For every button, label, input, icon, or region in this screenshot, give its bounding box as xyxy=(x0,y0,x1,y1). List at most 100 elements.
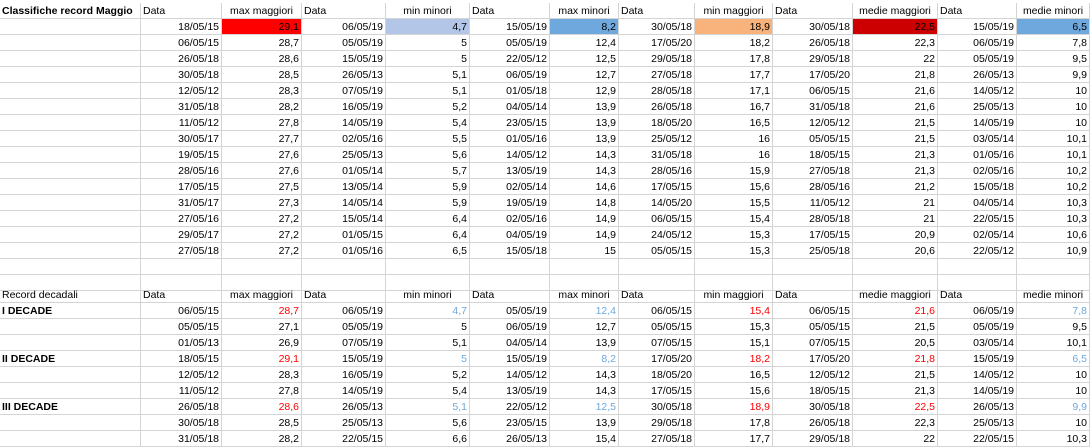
cell[interactable]: 20,9 xyxy=(853,227,938,243)
column-header[interactable]: Data xyxy=(619,287,695,303)
column-header[interactable]: Data xyxy=(302,3,386,19)
record-cell[interactable]: 5 xyxy=(386,351,470,367)
cell[interactable]: 21,8 xyxy=(853,67,938,83)
cell[interactable]: 13,9 xyxy=(550,335,619,351)
cell[interactable]: 05/05/19 xyxy=(470,303,550,319)
cell[interactable]: 10,1 xyxy=(1017,147,1090,163)
cell[interactable]: 5,2 xyxy=(386,367,470,383)
record-cell[interactable]: 12,4 xyxy=(550,303,619,319)
cell[interactable]: 10,1 xyxy=(1017,131,1090,147)
cell[interactable]: 01/05/14 xyxy=(302,163,386,179)
cell[interactable]: 06/05/15 xyxy=(773,83,853,99)
record-cell[interactable]: 5,1 xyxy=(386,399,470,415)
record-cell[interactable]: 28,6 xyxy=(222,399,302,415)
cell[interactable]: 21,2 xyxy=(853,179,938,195)
cell[interactable] xyxy=(470,259,550,275)
cell[interactable]: 22/05/12 xyxy=(938,243,1017,259)
cell[interactable]: 12/05/12 xyxy=(141,83,222,99)
cell[interactable]: 5,5 xyxy=(386,131,470,147)
cell[interactable]: 10,2 xyxy=(1017,179,1090,195)
cell[interactable]: 10,3 xyxy=(1017,195,1090,211)
cell[interactable]: 24/05/12 xyxy=(619,227,695,243)
cell[interactable]: 10,2 xyxy=(1017,163,1090,179)
cell[interactable]: 18/05/15 xyxy=(773,383,853,399)
cell[interactable]: 5 xyxy=(386,35,470,51)
cell[interactable]: 5,2 xyxy=(386,99,470,115)
section-title[interactable]: Classifiche record Maggio xyxy=(0,3,141,19)
cell[interactable] xyxy=(938,259,1017,275)
cell[interactable]: 17,7 xyxy=(695,431,773,447)
column-header[interactable]: Data xyxy=(141,287,222,303)
decade-label[interactable]: I DECADE xyxy=(0,303,141,319)
cell[interactable]: 15,4 xyxy=(550,431,619,447)
cell[interactable] xyxy=(0,179,141,195)
cell[interactable]: 15/05/19 xyxy=(470,19,550,35)
cell[interactable]: 15/05/19 xyxy=(302,351,386,367)
cell[interactable]: 27,2 xyxy=(222,243,302,259)
cell[interactable]: 18/05/15 xyxy=(141,19,222,35)
column-header[interactable]: Data xyxy=(773,3,853,19)
cell[interactable]: 15/05/19 xyxy=(470,351,550,367)
cell[interactable]: 15 xyxy=(550,243,619,259)
cell[interactable]: 22 xyxy=(853,51,938,67)
cell[interactable]: 14/05/12 xyxy=(938,367,1017,383)
cell[interactable]: 21,6 xyxy=(853,99,938,115)
cell[interactable] xyxy=(0,431,141,447)
cell[interactable]: 15/05/19 xyxy=(938,351,1017,367)
cell[interactable]: 05/05/15 xyxy=(141,319,222,335)
cell[interactable]: 25/05/13 xyxy=(302,147,386,163)
cell[interactable] xyxy=(0,195,141,211)
cell[interactable]: 27,2 xyxy=(222,211,302,227)
cell[interactable] xyxy=(853,259,938,275)
cell[interactable]: 23/05/15 xyxy=(470,115,550,131)
record-cell[interactable]: 22,5 xyxy=(853,19,938,35)
cell[interactable]: 17/05/15 xyxy=(141,179,222,195)
cell[interactable]: 06/05/19 xyxy=(302,19,386,35)
cell[interactable]: 06/05/15 xyxy=(619,303,695,319)
cell[interactable]: 5,4 xyxy=(386,383,470,399)
cell[interactable]: 11/05/12 xyxy=(773,195,853,211)
cell[interactable]: 25/05/13 xyxy=(938,99,1017,115)
cell[interactable]: 17,1 xyxy=(695,83,773,99)
cell[interactable]: 28,3 xyxy=(222,83,302,99)
cell[interactable]: 19/05/19 xyxy=(470,195,550,211)
cell[interactable]: 26/05/18 xyxy=(773,415,853,431)
cell[interactable]: 12,7 xyxy=(550,67,619,83)
cell[interactable]: 22/05/15 xyxy=(938,431,1017,447)
cell[interactable]: 15/05/19 xyxy=(302,51,386,67)
cell[interactable]: 15,9 xyxy=(695,163,773,179)
cell[interactable]: 12,9 xyxy=(550,83,619,99)
cell[interactable]: 27,6 xyxy=(222,163,302,179)
cell[interactable]: 7,8 xyxy=(1017,35,1090,51)
cell[interactable] xyxy=(619,259,695,275)
cell[interactable]: 06/05/19 xyxy=(470,67,550,83)
column-header[interactable]: max minori xyxy=(550,3,619,19)
record-cell[interactable]: 18,2 xyxy=(695,351,773,367)
column-header[interactable]: Data xyxy=(938,3,1017,19)
cell[interactable]: 25/05/13 xyxy=(938,415,1017,431)
cell[interactable]: 5,1 xyxy=(386,335,470,351)
cell[interactable]: 21 xyxy=(853,211,938,227)
cell[interactable]: 03/05/14 xyxy=(938,131,1017,147)
cell[interactable]: 9,5 xyxy=(1017,319,1090,335)
cell[interactable]: 27,6 xyxy=(222,147,302,163)
cell[interactable]: 06/05/15 xyxy=(619,211,695,227)
cell[interactable]: 28,2 xyxy=(222,431,302,447)
cell[interactable]: 5,4 xyxy=(386,115,470,131)
cell[interactable]: 26/05/13 xyxy=(938,399,1017,415)
cell[interactable]: 14/05/20 xyxy=(619,195,695,211)
cell[interactable] xyxy=(0,115,141,131)
column-header[interactable]: Data xyxy=(619,3,695,19)
cell[interactable]: 10 xyxy=(1017,367,1090,383)
cell[interactable]: 14,3 xyxy=(550,163,619,179)
cell[interactable]: 22,3 xyxy=(853,35,938,51)
column-header[interactable]: medie minori xyxy=(1017,3,1090,19)
cell[interactable]: 30/05/18 xyxy=(619,399,695,415)
cell[interactable]: 05/05/19 xyxy=(470,35,550,51)
cell[interactable]: 9,5 xyxy=(1017,51,1090,67)
cell[interactable] xyxy=(550,259,619,275)
cell[interactable] xyxy=(0,51,141,67)
cell[interactable]: 15,3 xyxy=(695,243,773,259)
cell[interactable]: 28/05/16 xyxy=(619,163,695,179)
cell[interactable] xyxy=(0,243,141,259)
